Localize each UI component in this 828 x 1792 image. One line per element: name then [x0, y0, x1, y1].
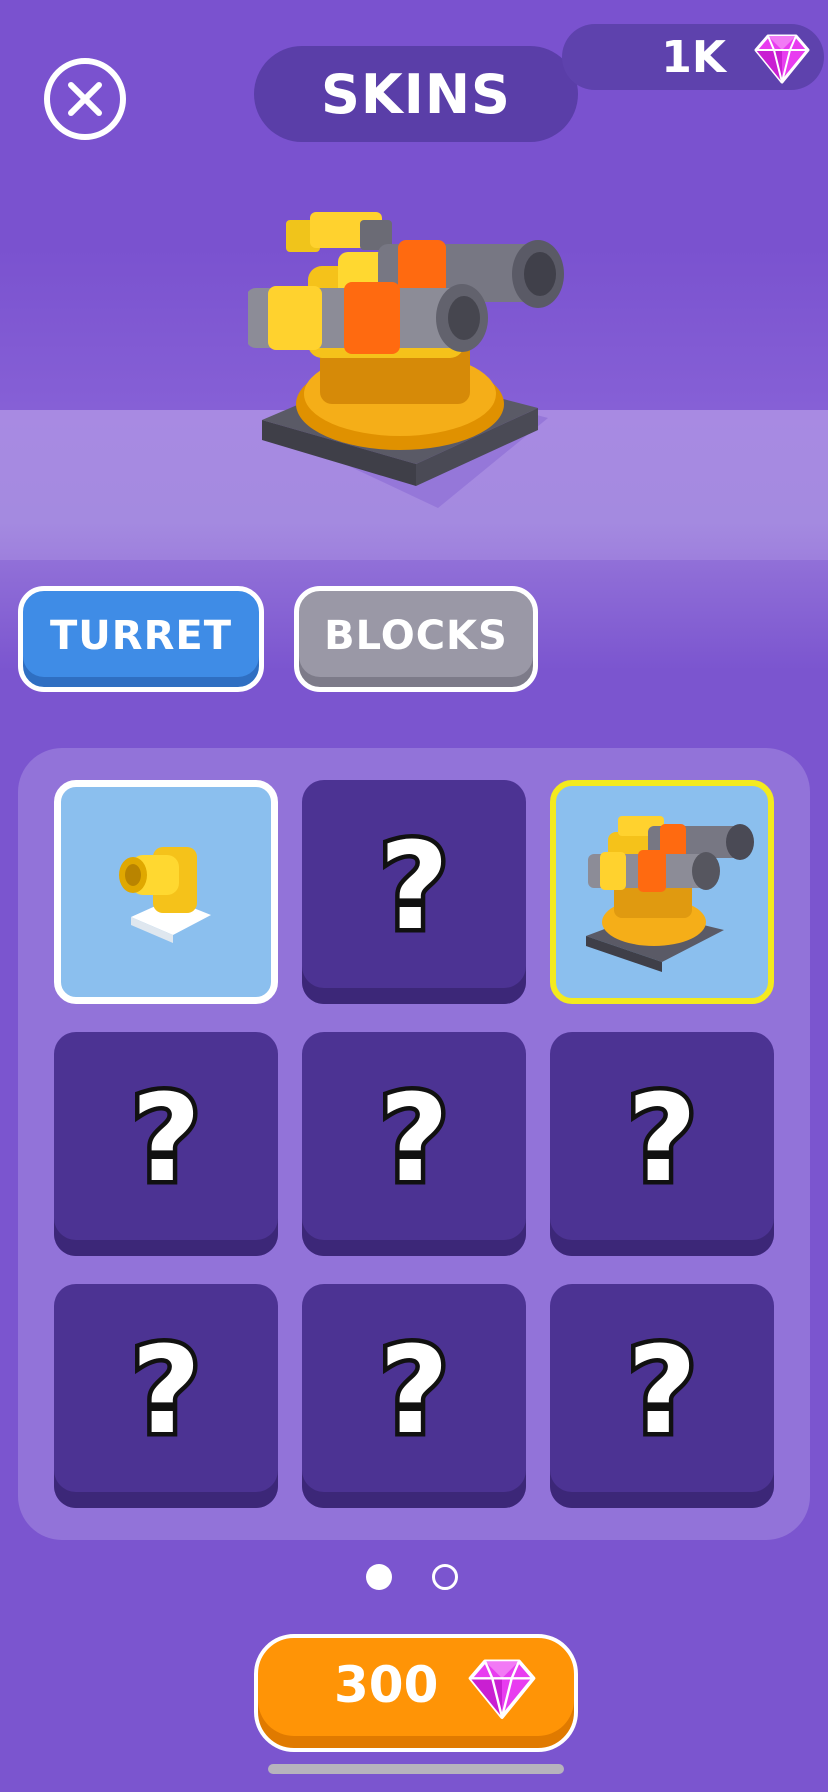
tab-turret[interactable]: TURRET	[18, 586, 264, 692]
close-button[interactable]	[44, 58, 126, 140]
skins-grid-panel: ? ? ? ? ? ? ?	[18, 748, 810, 1540]
question-mark-icon: ?	[623, 1066, 702, 1214]
tab-turret-label: TURRET	[50, 613, 232, 659]
skin-slot-6[interactable]: ?	[550, 1032, 774, 1256]
page-dot-2[interactable]	[432, 1564, 458, 1590]
svg-text:?: ?	[627, 1070, 697, 1209]
question-mark-icon: ?	[375, 814, 454, 962]
svg-text:?: ?	[627, 1322, 697, 1461]
skin-slot-5[interactable]: ?	[302, 1032, 526, 1256]
currency-value: 1K	[661, 32, 726, 83]
skin-slot-3[interactable]	[550, 780, 774, 1004]
page-dot-1[interactable]	[366, 1564, 392, 1590]
gem-icon	[754, 34, 810, 84]
skin-slot-4[interactable]: ?	[54, 1032, 278, 1256]
tab-blocks-label: BLOCKS	[324, 613, 508, 659]
buy-button[interactable]: 300	[254, 1634, 578, 1752]
skin-slot-8[interactable]: ?	[302, 1284, 526, 1508]
svg-text:?: ?	[131, 1322, 201, 1461]
svg-text:?: ?	[131, 1070, 201, 1209]
turret-preview-model	[248, 212, 564, 508]
title-banner: SKINS	[254, 46, 578, 142]
small-yellow-turret-icon	[119, 847, 211, 943]
skin-slot-1[interactable]	[54, 780, 278, 1004]
skin-slot-2[interactable]: ?	[302, 780, 526, 1004]
question-mark-icon: ?	[375, 1066, 454, 1214]
skin-slot-7[interactable]: ?	[54, 1284, 278, 1508]
question-mark-icon: ?	[127, 1318, 206, 1466]
twin-cannon-turret-icon	[586, 816, 754, 972]
close-icon	[68, 82, 102, 116]
skin-slot-9[interactable]: ?	[550, 1284, 774, 1508]
page-title: SKINS	[321, 62, 511, 126]
svg-text:?: ?	[379, 1322, 449, 1461]
buy-price: 300	[334, 1656, 439, 1714]
currency-counter: 1K	[562, 24, 824, 90]
home-indicator[interactable]	[268, 1764, 564, 1774]
question-mark-icon: ?	[127, 1066, 206, 1214]
question-mark-icon: ?	[623, 1318, 702, 1466]
tab-blocks[interactable]: BLOCKS	[294, 586, 538, 692]
question-mark-icon: ?	[375, 1318, 454, 1466]
gem-icon	[468, 1659, 536, 1719]
svg-text:?: ?	[379, 818, 449, 957]
svg-text:?: ?	[379, 1070, 449, 1209]
